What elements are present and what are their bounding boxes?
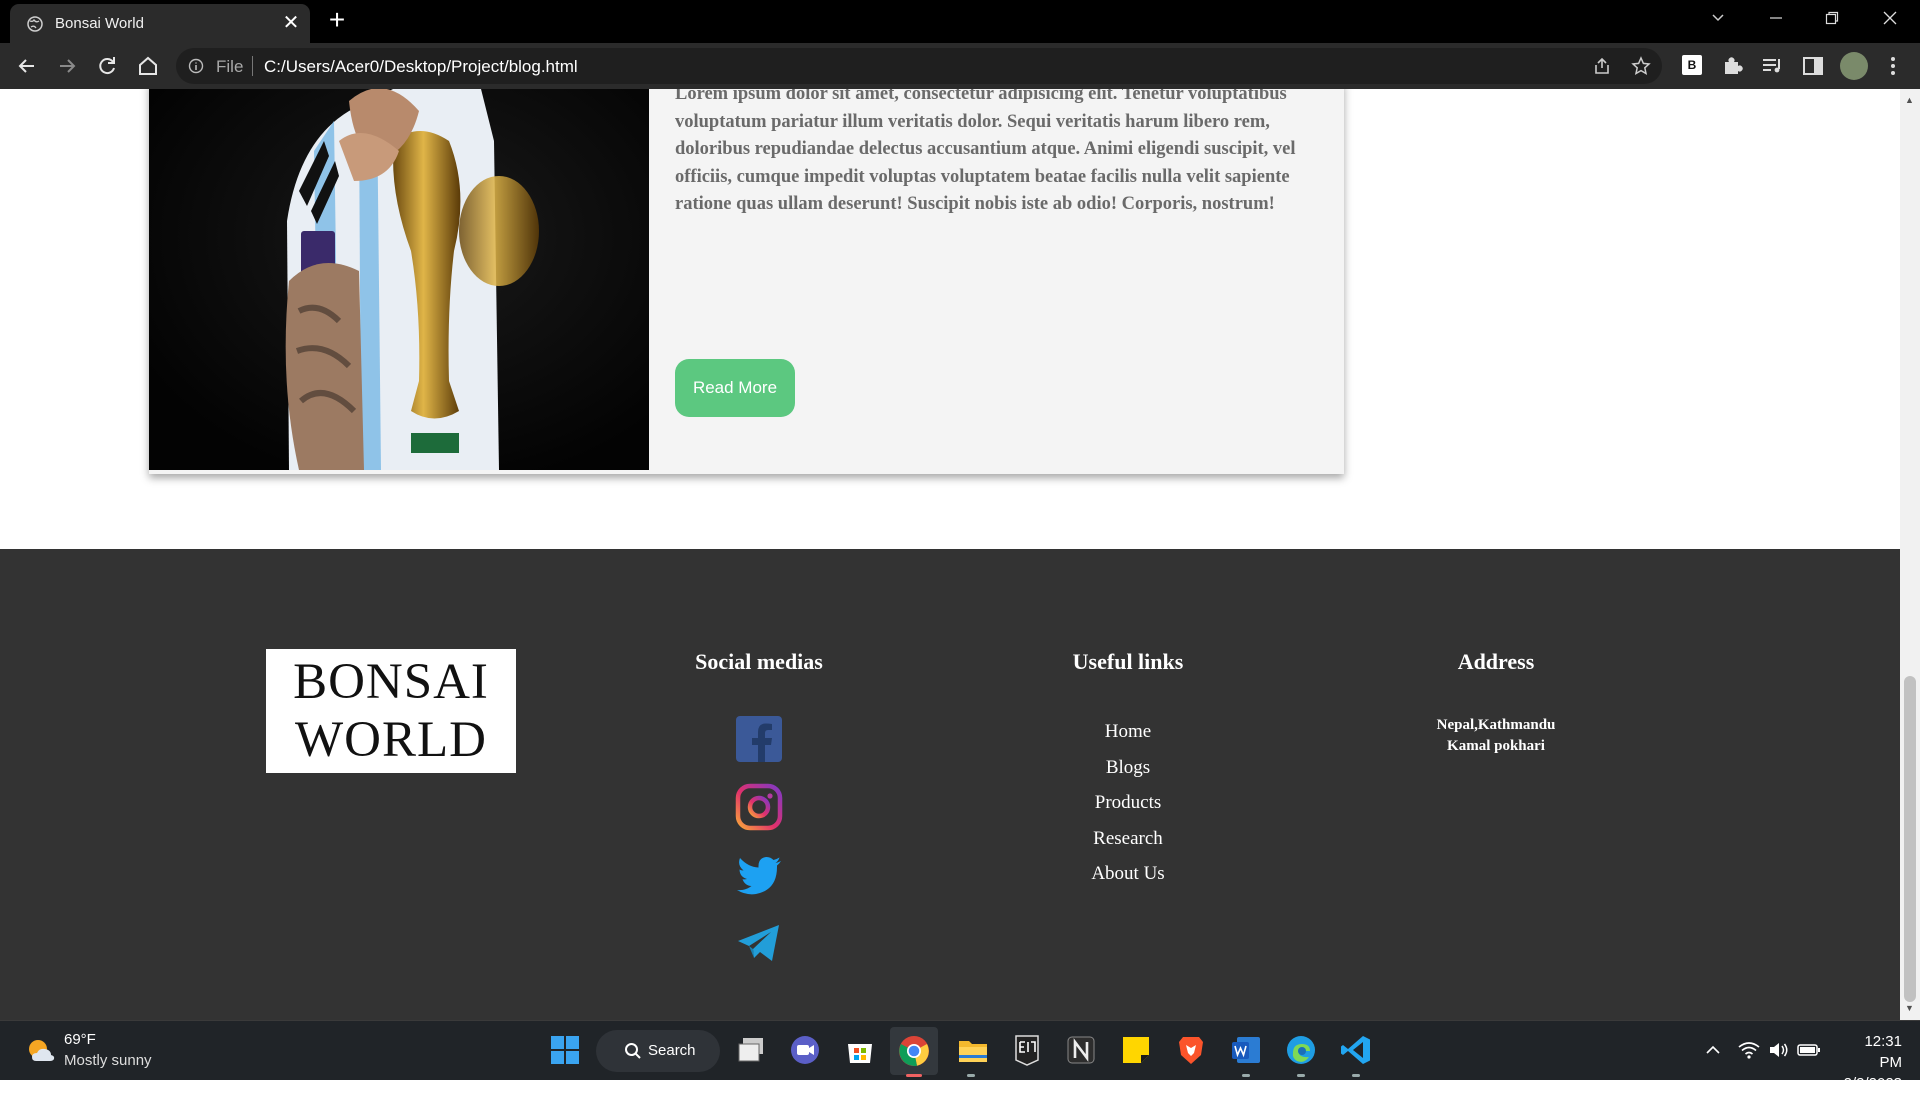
explorer-indicator [967,1074,975,1077]
close-window-button[interactable] [1862,0,1918,36]
microsoft-edge-icon[interactable] [1284,1033,1318,1067]
page-scrollbar[interactable]: ▲ ▼ [1900,89,1920,1020]
address-bar[interactable]: File C:/Users/Acer0/Desktop/Project/blog… [176,48,1662,84]
minimize-button[interactable] [1748,0,1804,36]
useful-links-list: Home Blogs Products Research About Us [1008,714,1248,892]
system-clock[interactable]: 12:31 PM 2/2/2023 [1840,1031,1902,1094]
info-icon[interactable] [188,58,204,74]
facebook-icon[interactable] [735,715,783,763]
tab-title: Bonsai World [55,15,144,32]
clock-time: 12:31 PM [1864,1033,1902,1071]
footer-link-products[interactable]: Products [1008,785,1248,821]
browser-tab-strip: Bonsai World ✕ + [0,0,1920,43]
chevron-down-icon [1712,14,1724,22]
bonsai-world-logo[interactable]: BONSAI WORLD [266,649,516,773]
extensions-puzzle-icon[interactable] [1720,53,1746,79]
chrome-icon [899,1036,929,1066]
brave-icon[interactable] [1174,1033,1208,1067]
site-footer: BONSAI WORLD Social medias Useful links … [0,549,1900,1020]
logo-line-1: BONSAI [293,654,489,710]
forward-arrow-icon[interactable] [53,52,81,80]
scrollbar-thumb[interactable] [1904,676,1916,1002]
blog-card: Lorem ipsum dolor sit amet, consectetur … [149,89,1344,474]
footer-link-home[interactable]: Home [1008,714,1248,750]
notion-icon[interactable] [1064,1033,1098,1067]
close-tab-icon[interactable]: ✕ [280,12,302,34]
url-text[interactable]: C:/Users/Acer0/Desktop/Project/blog.html [264,57,578,77]
extension-badge-icon[interactable]: B [1682,55,1702,75]
url-scheme-label: File [216,57,244,76]
battery-icon[interactable] [1797,1041,1821,1059]
wifi-icon[interactable] [1738,1041,1760,1059]
read-more-button[interactable]: Read More [675,359,795,417]
address-line-2: Kamal pokhari [1447,738,1545,754]
bookmark-star-icon[interactable] [1631,56,1651,76]
tab-search-button[interactable] [1690,0,1746,36]
clock-date: 2/2/2023 [1843,1075,1902,1092]
home-icon[interactable] [134,52,162,80]
player-with-trophy-image [149,89,649,470]
social-medias-heading: Social medias [695,649,823,674]
footer-link-blogs[interactable]: Blogs [1008,750,1248,786]
minimize-icon [1770,17,1782,19]
blog-card-text: Lorem ipsum dolor sit amet, consectetur … [675,89,1296,214]
useful-links-heading: Useful links [1072,649,1184,674]
vscode-indicator [1352,1074,1360,1077]
windows-taskbar: 69°F Mostly sunny Search 12:31 PM 2/2/20… [0,1020,1920,1092]
microsoft-store-icon[interactable] [843,1033,877,1067]
weather-description[interactable]: Mostly sunny [64,1052,152,1069]
teams-chat-icon[interactable] [788,1033,822,1067]
media-queue-icon[interactable] [1759,53,1785,79]
chrome-active-indicator [906,1074,922,1077]
instagram-icon[interactable] [735,783,783,831]
telegram-icon[interactable] [735,919,783,967]
reload-icon[interactable] [93,52,121,80]
globe-icon [27,16,43,32]
page-viewport: Lorem ipsum dolor sit amet, consectetur … [0,89,1900,1020]
share-icon[interactable] [1592,56,1612,76]
back-arrow-icon[interactable] [13,52,41,80]
word-indicator [1242,1074,1250,1077]
address-heading: Address [1457,649,1535,674]
vscode-icon[interactable] [1339,1033,1373,1067]
epic-games-icon[interactable] [1010,1033,1044,1067]
chrome-taskbar-button[interactable] [890,1027,938,1075]
scroll-up-arrow-icon[interactable]: ▲ [1905,95,1915,105]
side-panel-icon[interactable] [1800,53,1826,79]
edge-indicator [1297,1074,1305,1077]
volume-icon[interactable] [1768,1041,1790,1059]
address-block: Nepal,Kathmandu Kamal pokhari [1376,715,1616,757]
twitter-icon[interactable] [735,851,783,899]
search-icon [625,1043,641,1059]
scroll-down-arrow-icon[interactable]: ▼ [1905,1003,1915,1013]
new-tab-button[interactable]: + [322,6,352,36]
windows-start-icon[interactable] [548,1033,582,1067]
tab-bonsai-world[interactable]: Bonsai World ✕ [10,4,310,43]
task-view-icon[interactable] [734,1033,768,1067]
weather-sun-cloud-icon[interactable] [26,1037,56,1065]
restore-icon [1825,11,1839,25]
restore-button[interactable] [1804,0,1860,36]
profile-avatar[interactable] [1840,52,1868,80]
microsoft-word-icon[interactable] [1229,1033,1263,1067]
browser-toolbar: File C:/Users/Acer0/Desktop/Project/blog… [0,43,1920,89]
weather-temperature[interactable]: 69°F [64,1031,96,1048]
address-line-1: Nepal,Kathmandu [1436,717,1556,733]
sticky-notes-icon[interactable] [1119,1033,1153,1067]
footer-link-about-us[interactable]: About Us [1008,856,1248,892]
taskbar-search[interactable]: Search [596,1030,720,1072]
blog-card-image [149,89,649,470]
close-icon [1883,11,1897,25]
taskbar-search-label: Search [648,1042,696,1059]
logo-line-2: WORLD [295,712,487,768]
footer-link-research[interactable]: Research [1008,821,1248,857]
file-explorer-icon[interactable] [956,1033,990,1067]
menu-kebab-icon[interactable] [1880,53,1906,79]
url-separator [252,56,253,76]
chevron-up-icon[interactable] [1704,1041,1722,1059]
